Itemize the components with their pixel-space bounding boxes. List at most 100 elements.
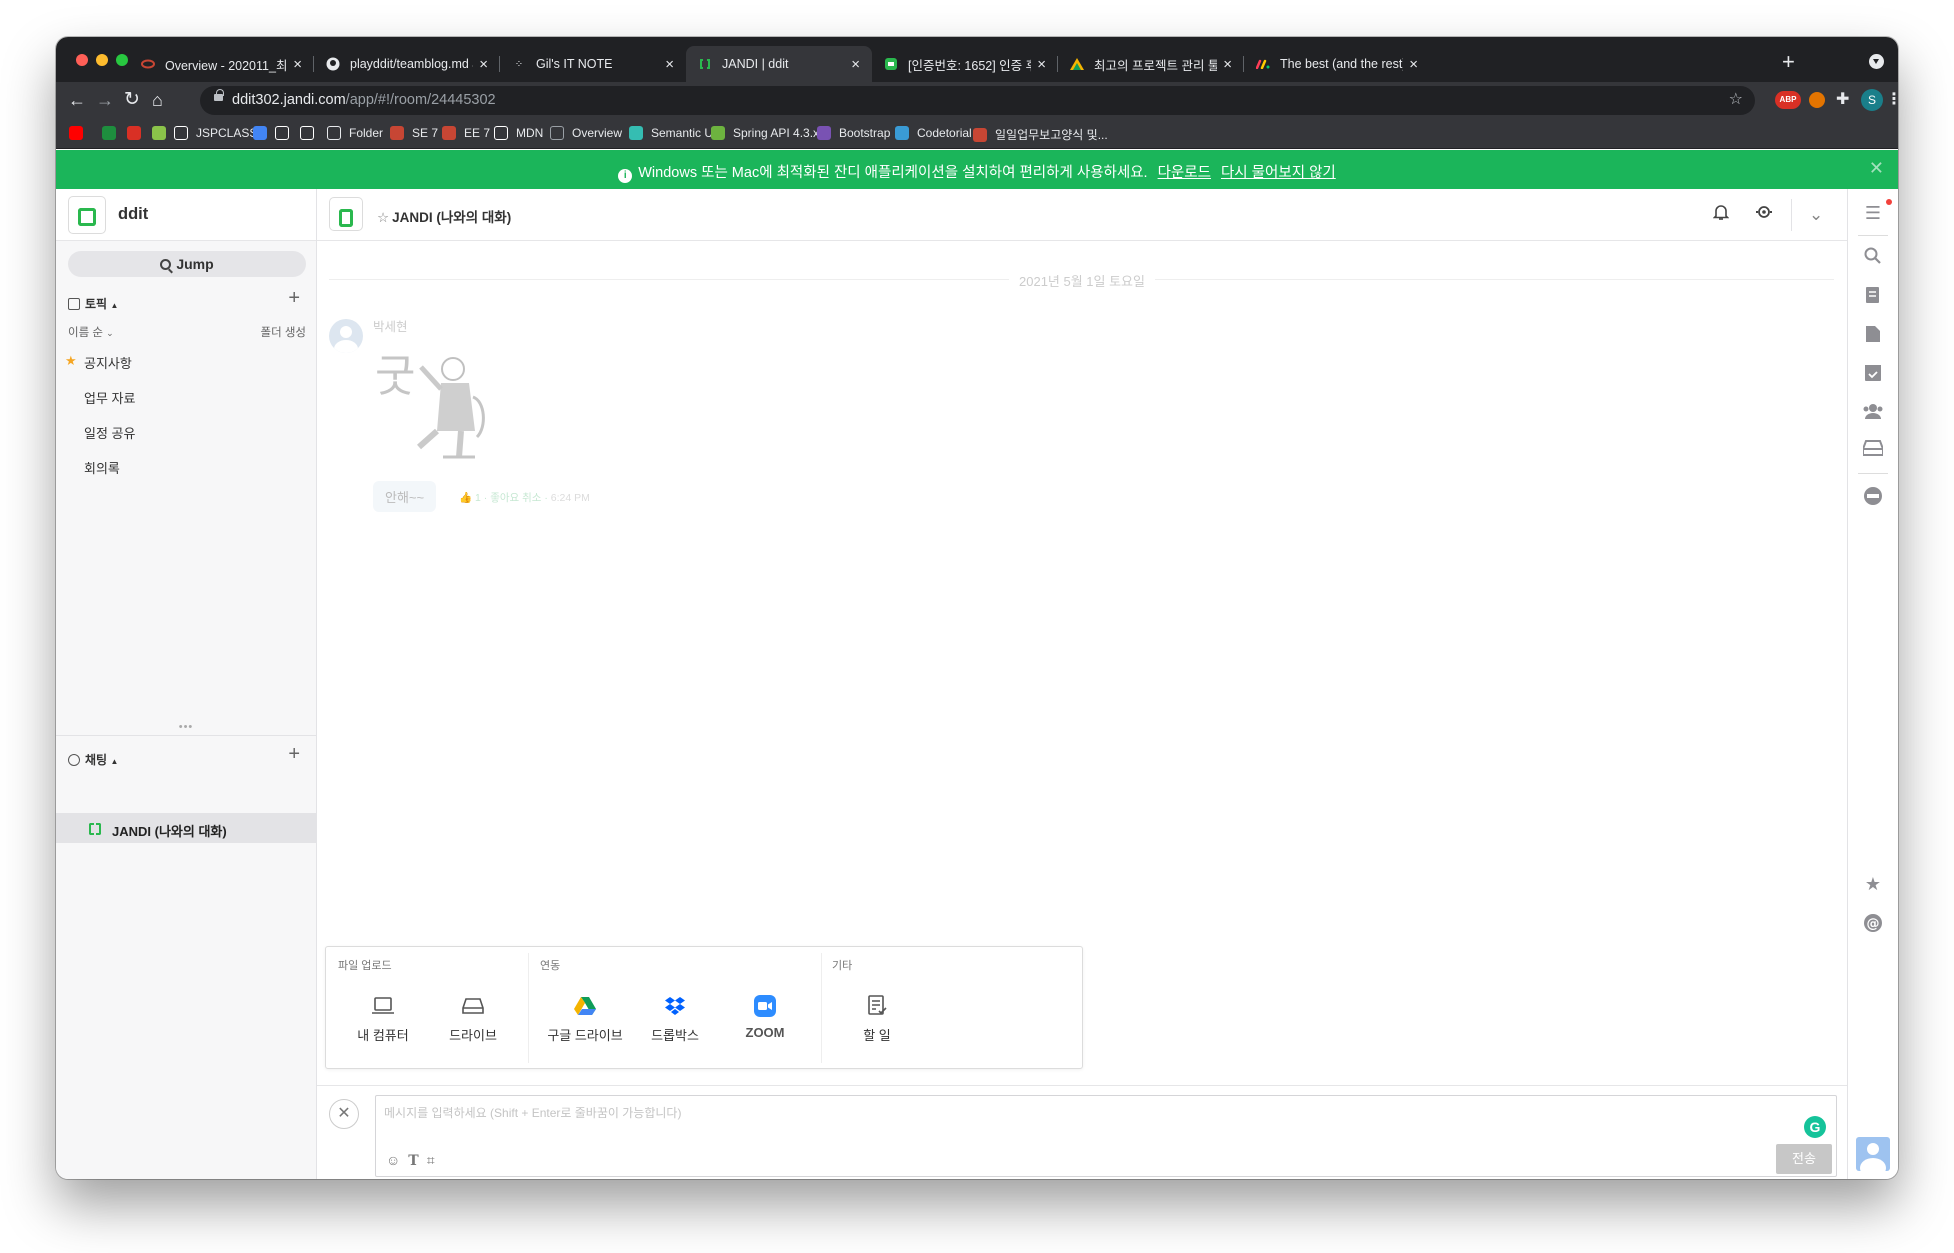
star-icon[interactable]: ★ — [1848, 874, 1898, 895]
close-tab-icon[interactable]: × — [851, 56, 860, 73]
drive-button[interactable]: 드라이브 — [428, 993, 518, 1044]
minimize-window-button[interactable] — [96, 54, 108, 66]
close-tab-icon[interactable]: × — [1037, 56, 1046, 73]
add-topic-icon[interactable]: + — [288, 287, 300, 310]
zoom-window-button[interactable] — [116, 54, 128, 66]
resize-handle[interactable]: ••• — [56, 721, 316, 733]
crop-icon[interactable]: ⌗ — [427, 1152, 443, 1168]
my-computer-button[interactable]: 내 컴퓨터 — [338, 993, 428, 1044]
home-icon[interactable]: ⌂ — [152, 88, 163, 112]
unlike-link[interactable]: 좋아요 취소 — [490, 492, 541, 504]
sender-name[interactable]: 박세현 — [373, 316, 408, 335]
browser-tab[interactable]: playddit/teamblog.md at main × — [314, 46, 500, 82]
message-bubble[interactable]: 안해~~ — [373, 481, 437, 512]
bell-icon[interactable] — [1712, 203, 1730, 226]
bookmark-item[interactable] — [69, 126, 91, 140]
browser-tab[interactable]: Overview - 202011_최종프로젝트 × — [129, 46, 314, 82]
bookmark-item[interactable]: MDN — [494, 126, 543, 140]
team-name[interactable]: ddit — [118, 205, 148, 224]
bookmark-item[interactable] — [152, 126, 174, 140]
download-link[interactable]: 다운로드 — [1158, 165, 1211, 181]
create-folder-button[interactable]: 폴더 생성 — [260, 324, 306, 340]
topic-item[interactable]: 일정 공유 — [84, 423, 135, 442]
zoom-button[interactable]: ZOOM — [720, 993, 810, 1040]
browser-tab[interactable]: ⁘ Gil's IT NOTE × — [500, 46, 686, 82]
reload-icon[interactable]: ↻ — [124, 88, 140, 112]
extension-icon[interactable] — [1809, 92, 1825, 108]
message-list-icon[interactable] — [1848, 286, 1898, 309]
topics-section-header[interactable]: 토픽 ▲ — [68, 295, 118, 312]
topic-item[interactable]: 공지사항 — [84, 353, 132, 372]
close-tab-icon[interactable]: × — [665, 56, 674, 73]
profile-avatar[interactable]: S — [1861, 89, 1883, 111]
drive-icon[interactable] — [1848, 440, 1898, 461]
settings-icon[interactable] — [1755, 203, 1773, 226]
close-attach-icon[interactable]: ✕ — [329, 1099, 359, 1129]
bookmark-item[interactable]: Bootstrap — [817, 126, 890, 140]
bookmark-item[interactable]: JSPCLASS — [174, 126, 257, 140]
file-icon[interactable] — [1848, 325, 1898, 348]
bookmark-item[interactable]: EE 7 — [442, 126, 490, 140]
jump-button[interactable]: Jump — [68, 251, 306, 277]
chat-item-selected[interactable]: JANDI (나와의 대화) — [56, 813, 316, 843]
close-tab-icon[interactable]: × — [1223, 56, 1232, 73]
tab-search-icon[interactable] — [1869, 54, 1884, 69]
chevron-down-icon[interactable]: ⌄ — [1809, 205, 1823, 225]
bookmark-item[interactable]: 일일업무보고양식 및... — [973, 126, 1108, 143]
todo-box-icon[interactable] — [1848, 364, 1898, 387]
bookmark-item[interactable]: Folder — [327, 126, 383, 140]
address-bar[interactable]: ddit302.jandi.com/app/#!/room/24445302 ☆ — [200, 86, 1755, 115]
menu-kebab-icon[interactable]: ⋮ — [1886, 91, 1898, 109]
bookmark-item[interactable]: Spring API 4.3.x — [711, 126, 819, 140]
dismiss-link[interactable]: 다시 물어보지 않기 — [1221, 165, 1336, 181]
bookmark-item[interactable]: Overview — [550, 126, 622, 140]
dropbox-button[interactable]: 드롭박스 — [630, 993, 720, 1044]
bookmark-item[interactable] — [253, 126, 275, 140]
forward-icon[interactable]: → — [96, 88, 114, 112]
bookmark-star-icon[interactable]: ☆ — [1729, 89, 1743, 109]
bookmark-item[interactable] — [127, 126, 149, 140]
google-drive-button[interactable]: 구글 드라이브 — [540, 993, 630, 1044]
mention-icon[interactable]: @ — [1848, 913, 1898, 938]
close-tab-icon[interactable]: × — [293, 56, 302, 73]
message-input[interactable]: 메시지를 입력하세요 (Shift + Enter로 줄바꿈이 가능합니다) G… — [375, 1095, 1837, 1177]
sticker-image[interactable]: 굿 — [373, 339, 503, 469]
bookmark-item[interactable] — [275, 126, 297, 140]
search-icon[interactable] — [1848, 247, 1898, 270]
chats-section-header[interactable]: 채팅 ▲ — [68, 751, 118, 768]
topic-item[interactable]: 업무 자료 — [84, 388, 135, 407]
close-tab-icon[interactable]: × — [479, 56, 488, 73]
bookmark-item[interactable]: SE 7 — [390, 126, 438, 140]
topic-item[interactable]: 회의록 — [84, 458, 120, 477]
browser-tab[interactable]: 최고의 프로젝트 관리 툴은? × — [1058, 46, 1244, 82]
grammarly-icon[interactable]: G — [1804, 1116, 1826, 1138]
sender-avatar[interactable] — [329, 319, 363, 353]
members-icon[interactable] — [1848, 402, 1898, 425]
my-profile-avatar[interactable] — [1856, 1137, 1890, 1171]
browser-tab[interactable]: [인증번호: 1652] 인증 후 바로 JANDI × — [872, 46, 1058, 82]
puzzle-icon[interactable]: ✚ — [1836, 91, 1849, 109]
integration-icon[interactable] — [1848, 486, 1898, 511]
text-format-icon[interactable]: T — [408, 1153, 426, 1169]
bookmark-item[interactable] — [300, 126, 322, 140]
back-icon[interactable]: ← — [68, 88, 86, 112]
emoji-icon[interactable]: ☺ — [386, 1152, 408, 1168]
sort-dropdown[interactable]: 이름 순 ⌄ — [68, 324, 114, 340]
hamburger-menu-icon[interactable]: ☰ — [1848, 203, 1898, 224]
adblock-icon[interactable]: ABP — [1775, 91, 1801, 109]
browser-tab[interactable]: The best (and the rest) project × — [1244, 46, 1430, 82]
add-chat-icon[interactable]: + — [288, 743, 300, 766]
send-button[interactable]: 전송 — [1776, 1144, 1832, 1174]
like-icon[interactable]: 👍 — [459, 492, 472, 504]
close-icon[interactable]: ✕ — [1869, 158, 1884, 179]
new-tab-icon[interactable]: + — [1782, 49, 1795, 75]
jandi-logo[interactable] — [68, 196, 106, 234]
todo-button[interactable]: 할 일 — [832, 993, 922, 1044]
browser-tab-active[interactable]: JANDI | ddit × — [686, 46, 872, 82]
star-outline-icon[interactable]: ☆ — [377, 210, 389, 225]
bookmark-item[interactable] — [102, 126, 124, 140]
close-tab-icon[interactable]: × — [1409, 56, 1418, 73]
bookmark-item[interactable]: Codetorial — [895, 126, 972, 140]
bookmark-item[interactable]: Semantic UI — [629, 126, 716, 140]
close-window-button[interactable] — [76, 54, 88, 66]
